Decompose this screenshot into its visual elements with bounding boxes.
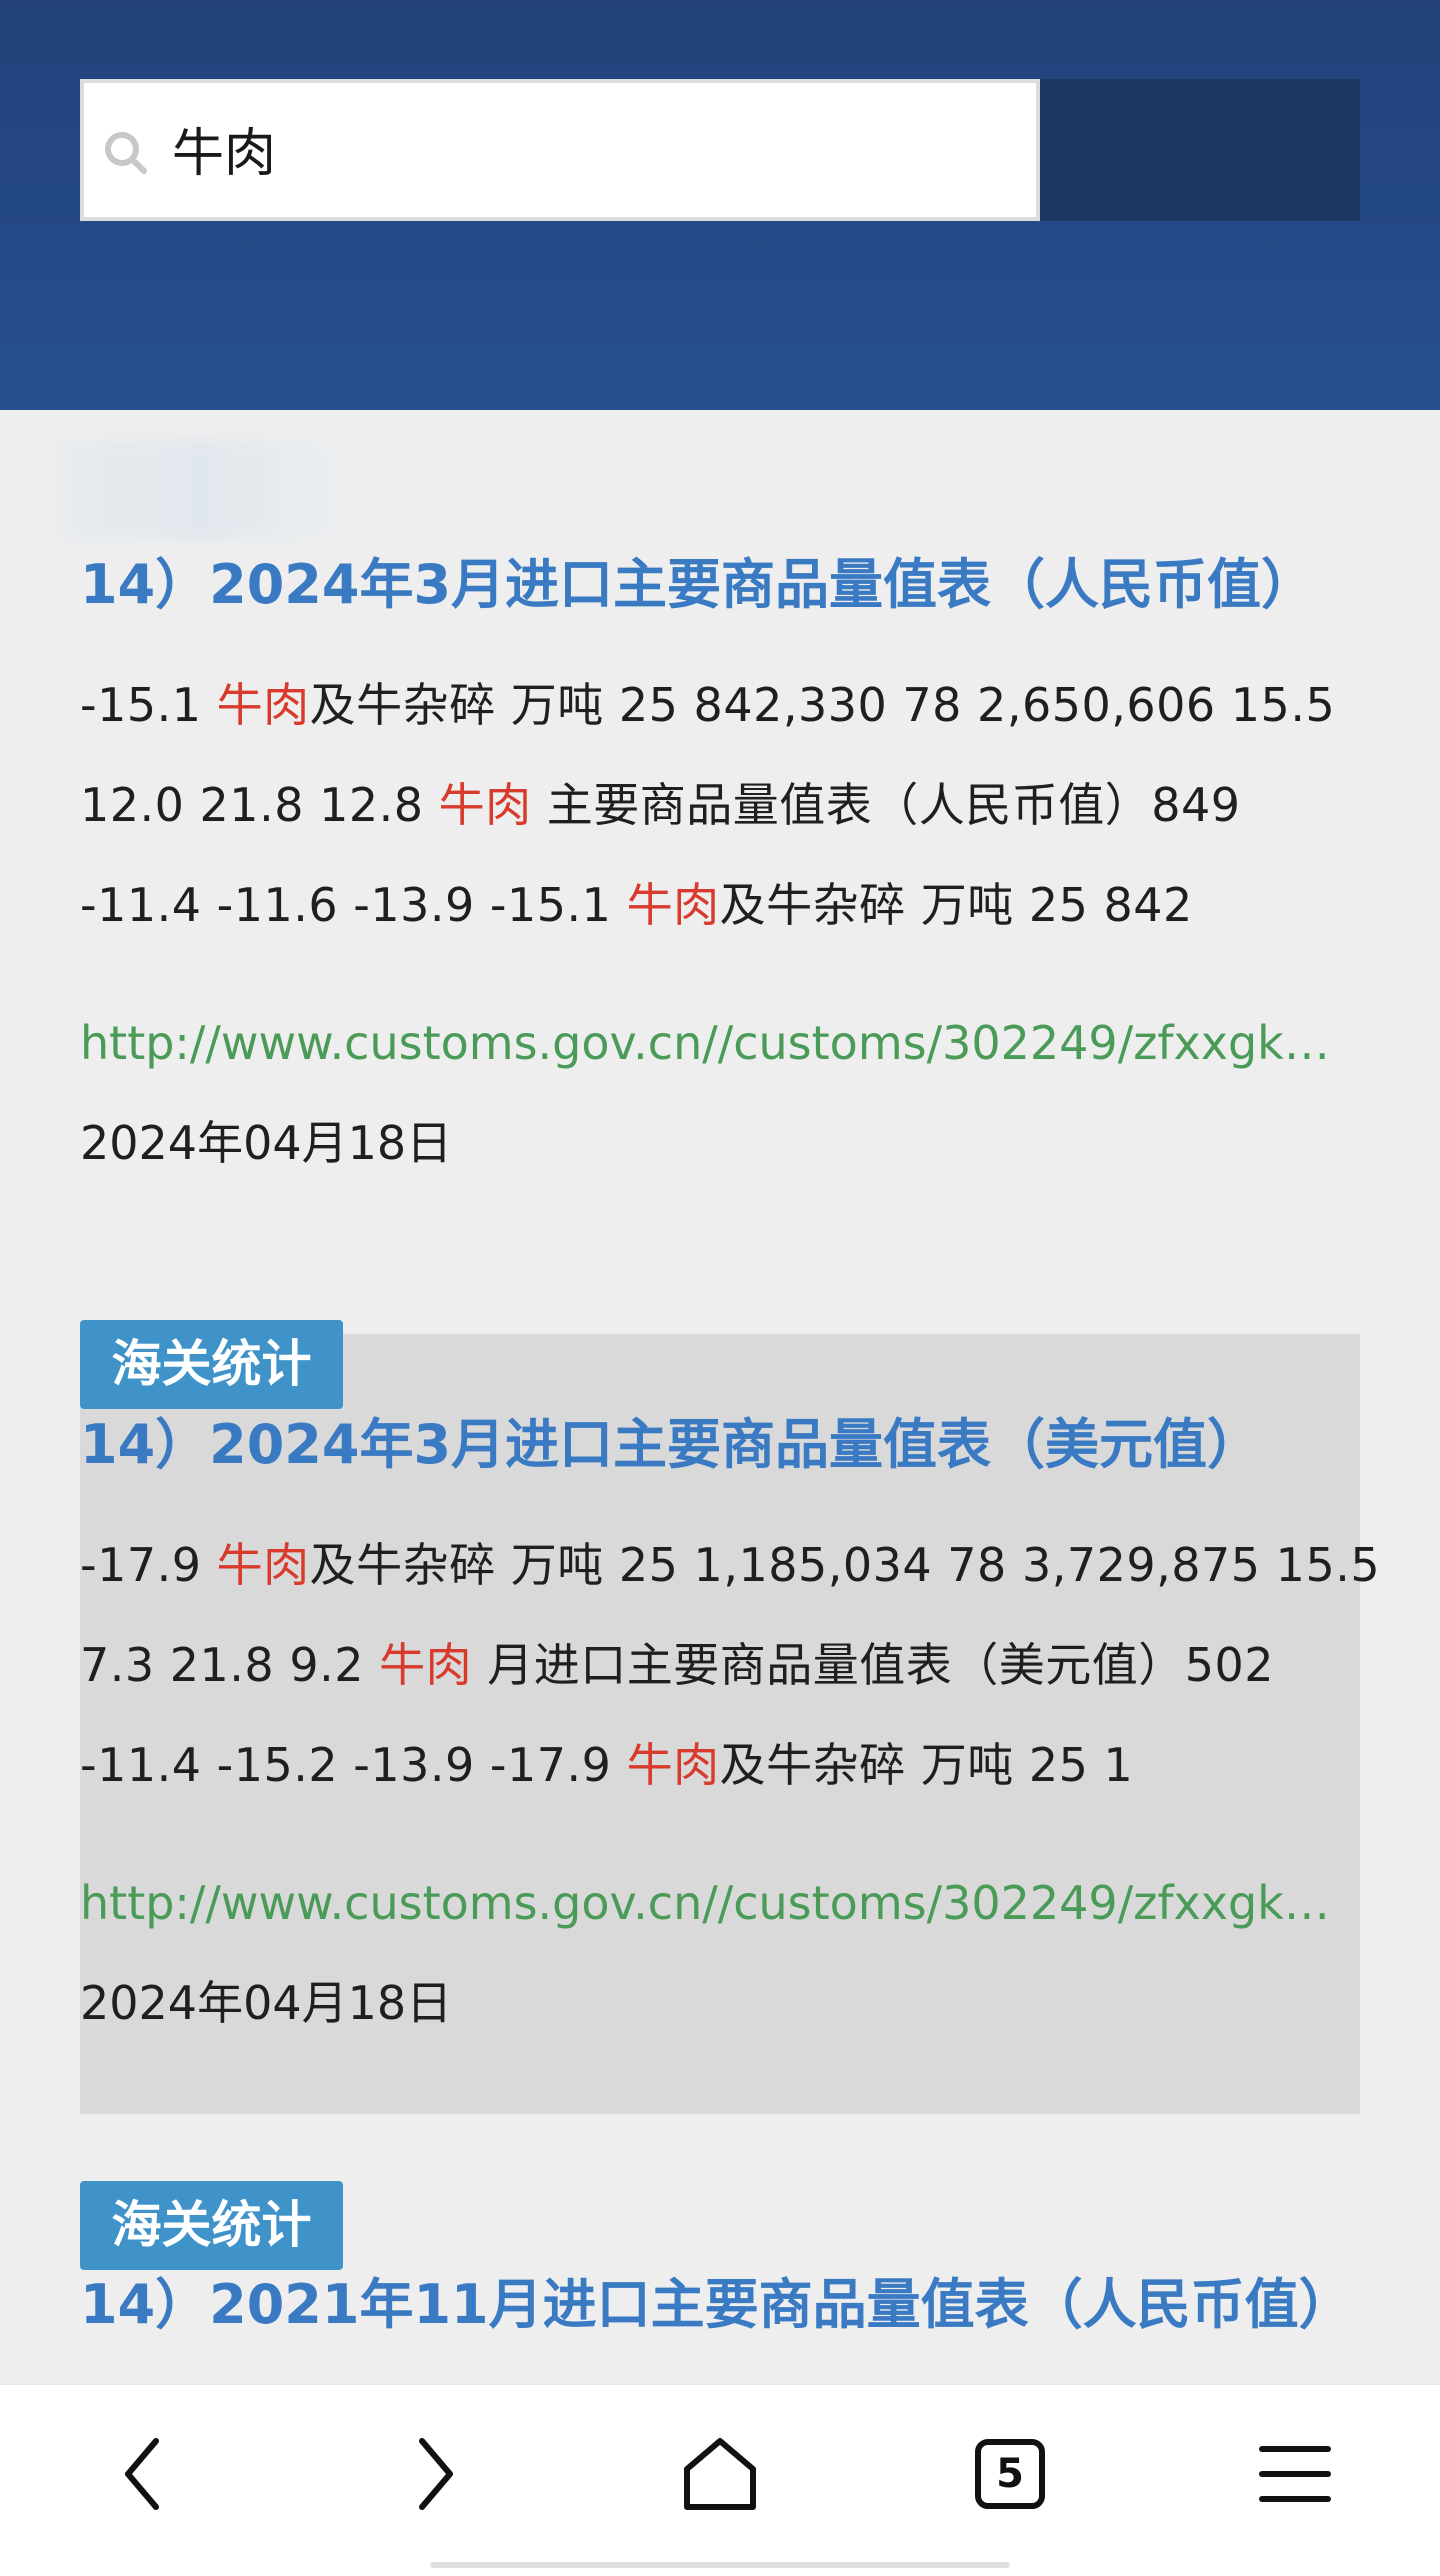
- browser-bottom-nav: 5: [0, 2384, 1440, 2576]
- forward-icon[interactable]: [378, 2419, 488, 2529]
- snippet-text: 及牛杂碎 万吨 25 842,330 78 2,650,606 15.5: [309, 678, 1336, 732]
- keyword-highlight: 牛肉: [216, 678, 310, 732]
- snippet-text: -11.4 -11.6 -13.9 -15.1: [80, 878, 627, 932]
- snippet-text: 及牛杂碎 万吨 25 842: [719, 878, 1193, 932]
- snippet-text: 及牛杂碎 万吨 25 1: [719, 1738, 1134, 1792]
- result-snippet-line: 7.3 21.8 9.2 牛肉 月进口主要商品量值表（美元值）502: [80, 1615, 1360, 1715]
- keyword-highlight: 牛肉: [216, 1538, 310, 1592]
- snippet-text: -17.9: [80, 1538, 217, 1592]
- header-bar: 牛肉: [0, 0, 1440, 410]
- home-icon[interactable]: [665, 2419, 775, 2529]
- snippet-text: -11.4 -15.2 -13.9 -17.9: [80, 1738, 627, 1792]
- tab-count: 5: [996, 2451, 1024, 2497]
- search-button[interactable]: [1040, 79, 1360, 221]
- keyword-highlight: 牛肉: [626, 1738, 720, 1792]
- menu-icon[interactable]: [1240, 2419, 1350, 2529]
- keyword-highlight: 牛肉: [379, 1638, 473, 1692]
- back-icon[interactable]: [90, 2419, 200, 2529]
- blurred-thumbnail: [60, 440, 350, 540]
- result-title[interactable]: 14）2021年11月进口主要商品量值表（人民币值）: [80, 2270, 1353, 2340]
- result-date: 2024年04月18日: [80, 1976, 453, 2030]
- search-icon: [105, 132, 147, 174]
- tabs-button[interactable]: 5: [955, 2419, 1065, 2529]
- result-snippet-line: -17.9 牛肉及牛杂碎 万吨 25 1,185,034 78 3,729,87…: [80, 1515, 1380, 1615]
- snippet-text: 12.0 21.8 12.8: [80, 778, 439, 832]
- keyword-highlight: 牛肉: [438, 778, 532, 832]
- search-query: 牛肉: [172, 124, 277, 184]
- result-snippet-line: -11.4 -11.6 -13.9 -15.1 牛肉及牛杂碎 万吨 25 842: [80, 855, 1360, 955]
- snippet-text: 及牛杂碎 万吨 25 1,185,034 78 3,729,875 15.5: [309, 1538, 1381, 1592]
- page: 牛肉 14）2024年3月进口主要商品量值表（人民币值） -15.1 牛肉及牛杂…: [0, 0, 1440, 2576]
- result-snippet-line: -11.4 -15.2 -13.9 -17.9 牛肉及牛杂碎 万吨 25 1: [80, 1715, 1360, 1815]
- home-indicator: [430, 2562, 1010, 2568]
- snippet-text: -15.1: [80, 678, 217, 732]
- snippet-text: 月进口主要商品量值表（美元值）502: [472, 1638, 1275, 1692]
- result-title[interactable]: 14）2024年3月进口主要商品量值表（美元值）: [80, 1410, 1261, 1480]
- result-url[interactable]: http://www.customs.gov.cn//customs/30224…: [80, 1008, 1360, 1078]
- result-url[interactable]: http://www.customs.gov.cn//customs/30224…: [80, 1868, 1360, 1938]
- result-snippet-line: 12.0 21.8 12.8 牛肉 主要商品量值表（人民币值）849: [80, 755, 1360, 855]
- snippet-text: 7.3 21.8 9.2: [80, 1638, 380, 1692]
- search-input[interactable]: 牛肉: [80, 79, 1040, 221]
- result-snippet-line: -15.1 牛肉及牛杂碎 万吨 25 842,330 78 2,650,606 …: [80, 655, 1360, 755]
- result-title[interactable]: 14）2024年3月进口主要商品量值表（人民币值）: [80, 550, 1315, 620]
- keyword-highlight: 牛肉: [626, 878, 720, 932]
- result-date: 2024年04月18日: [80, 1116, 453, 1170]
- category-badge: 海关统计: [80, 2181, 343, 2270]
- snippet-text: 主要商品量值表（人民币值）849: [531, 778, 1241, 832]
- category-badge: 海关统计: [80, 1320, 343, 1409]
